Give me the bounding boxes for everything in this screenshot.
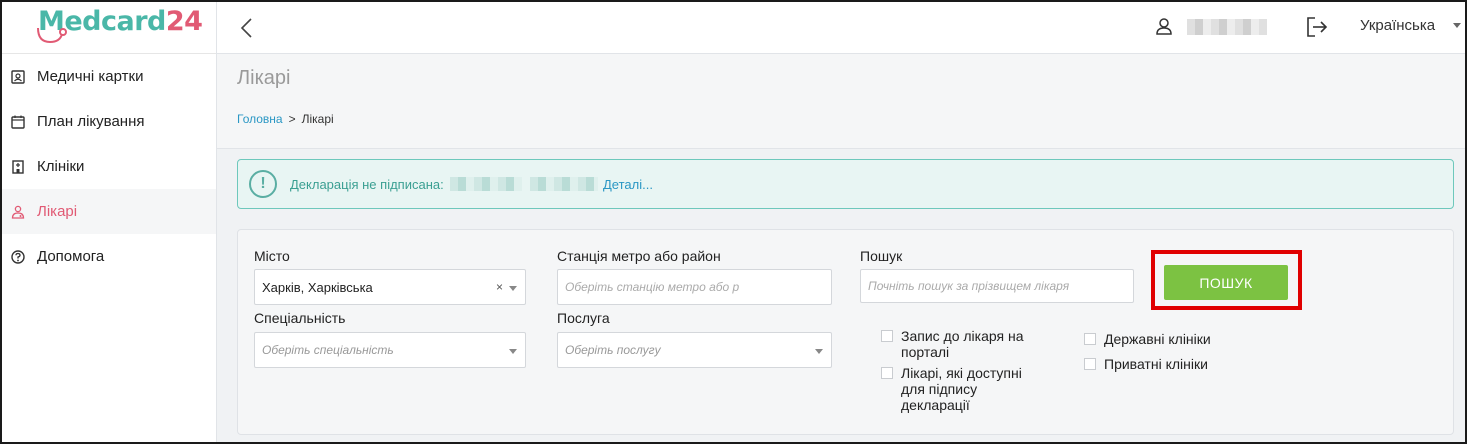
user-icon[interactable]	[1155, 17, 1173, 35]
sidebar-item-help[interactable]: Допомога	[2, 234, 216, 279]
metro-field[interactable]	[557, 269, 832, 305]
sidebar-item-medical-cards[interactable]: Медичні картки	[2, 54, 216, 99]
sidebar-nav: Медичні картки План лікування Клініки Лі…	[2, 54, 216, 279]
hospital-icon	[10, 159, 26, 175]
specialty-placeholder: Оберіть спеціальність	[262, 343, 394, 357]
search-field[interactable]	[860, 269, 1134, 303]
sidebar: Medcard24 Медичні картки План лікування …	[2, 2, 217, 442]
page-header: Лікарі Головна > Лікарі	[217, 54, 1465, 149]
sidebar-item-doctors[interactable]: Лікарі	[2, 189, 216, 234]
topbar: Українська	[217, 2, 1465, 54]
checkbox-label: Державні клініки	[1104, 331, 1211, 347]
breadcrumb-home-link[interactable]: Головна	[237, 112, 283, 126]
search-input[interactable]	[868, 279, 1133, 293]
checkbox-private-clinics[interactable]: Приватні клініки	[1084, 356, 1208, 372]
breadcrumb-current: Лікарі	[301, 112, 334, 126]
redacted-name-part	[450, 177, 522, 191]
declaration-alert: ! Декларація не підписана: Деталі...	[237, 159, 1454, 209]
checkbox[interactable]	[881, 367, 893, 379]
sidebar-item-treatment-plan[interactable]: План лікування	[2, 99, 216, 144]
alert-details-link[interactable]: Деталі...	[603, 177, 653, 192]
chevron-down-icon[interactable]	[1453, 23, 1461, 28]
stethoscope-icon	[37, 27, 67, 44]
page-title: Лікарі	[237, 67, 291, 89]
checkbox-label: Лікарі, які доступні для підпису деклараці…	[901, 365, 1022, 413]
sidebar-item-label: Клініки	[37, 158, 85, 175]
doctor-icon	[10, 204, 26, 220]
sidebar-item-clinics[interactable]: Клініки	[2, 144, 216, 189]
sidebar-item-label: Медичні картки	[37, 68, 144, 85]
help-circle-icon	[10, 249, 26, 265]
breadcrumb-separator: >	[288, 112, 296, 126]
checkbox-label: Приватні клініки	[1104, 356, 1208, 372]
checkbox[interactable]	[881, 330, 893, 342]
logout-icon[interactable]	[1305, 16, 1329, 38]
service-placeholder: Оберіть послугу	[565, 343, 661, 357]
service-select[interactable]: Оберіть послугу	[557, 332, 832, 368]
checkbox-portal-booking[interactable]: Запис до лікаря на порталі	[881, 328, 1024, 360]
specialty-select[interactable]: Оберіть спеціальність	[254, 332, 526, 368]
id-card-icon	[10, 69, 26, 85]
chevron-down-icon[interactable]	[815, 349, 823, 354]
language-select[interactable]: Українська	[1360, 17, 1435, 34]
specialty-label: Спеціальність	[254, 310, 346, 326]
user-name-redacted[interactable]	[1187, 19, 1267, 35]
city-value: Харків, Харківська	[262, 279, 373, 295]
alert-text: Декларація не підписана:	[290, 177, 444, 192]
sidebar-item-label: Допомога	[37, 248, 105, 265]
chevron-down-icon[interactable]	[509, 349, 517, 354]
city-label: Місто	[254, 248, 290, 264]
checkbox-declaration-doctors[interactable]: Лікарі, які доступні для підпису деклараці…	[881, 365, 1022, 413]
filter-panel: Місто Харків, Харківська × Станція метро…	[237, 229, 1454, 435]
checkbox-state-clinics[interactable]: Державні клініки	[1084, 331, 1211, 347]
clear-icon[interactable]: ×	[496, 280, 503, 294]
metro-input[interactable]	[565, 280, 831, 294]
calendar-icon	[10, 114, 26, 130]
breadcrumb: Головна > Лікарі	[237, 112, 334, 126]
exclamation-icon: !	[249, 170, 277, 198]
checkbox-label: Запис до лікаря на порталі	[901, 328, 1024, 360]
chevron-down-icon[interactable]	[509, 286, 517, 291]
sidebar-item-label: Лікарі	[37, 203, 78, 220]
sidebar-item-label: План лікування	[37, 113, 145, 130]
redacted-name-part	[530, 177, 598, 191]
back-arrow-icon[interactable]	[239, 16, 255, 40]
service-label: Послуга	[557, 310, 610, 326]
checkbox[interactable]	[1084, 358, 1096, 370]
search-button[interactable]: ПОШУК	[1164, 265, 1288, 300]
logo[interactable]: Medcard24	[2, 2, 216, 54]
checkbox[interactable]	[1084, 333, 1096, 345]
city-select[interactable]: Харків, Харківська ×	[254, 269, 526, 305]
metro-label: Станція метро або район	[557, 248, 721, 264]
search-label: Пошук	[860, 248, 903, 264]
main-content: Лікарі Головна > Лікарі ! Декларація не пі…	[217, 54, 1465, 442]
